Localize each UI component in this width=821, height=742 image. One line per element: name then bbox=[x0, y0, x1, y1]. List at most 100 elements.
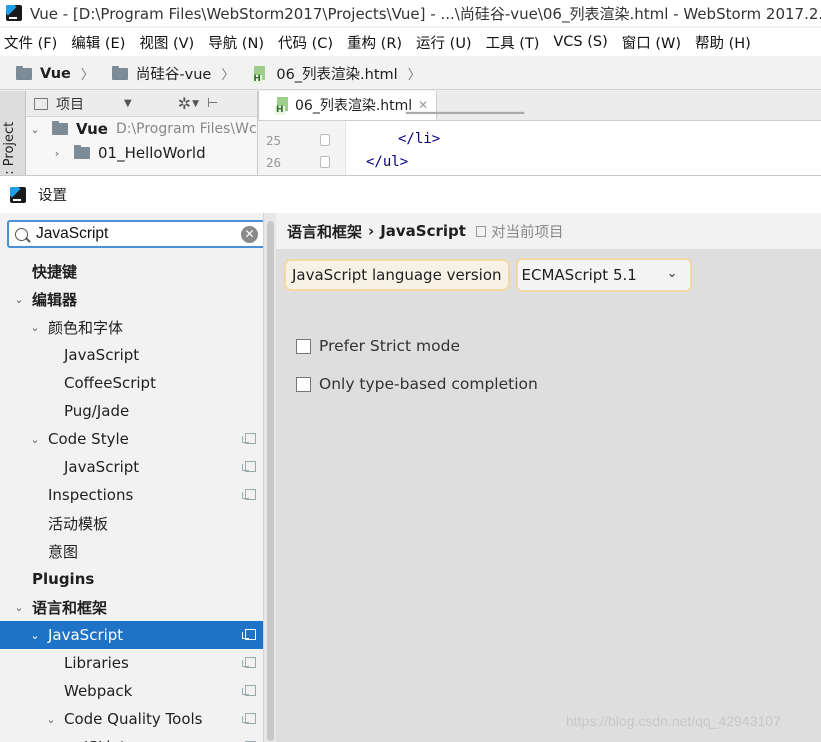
settings-tree-item[interactable]: JavaScript bbox=[0, 453, 263, 481]
settings-tree-item[interactable]: ⌄ JavaScript bbox=[0, 621, 263, 649]
editor-tabs: 06_列表渲染.html ✕ bbox=[258, 91, 821, 121]
copy-settings-icon bbox=[242, 657, 256, 668]
menu-file[interactable]: 文件 (F) bbox=[4, 32, 57, 53]
editor: 06_列表渲染.html ✕ 25 26 ▔▔▔▔▔▔▔▔▔▔▔▔▔▔ </li… bbox=[258, 91, 821, 175]
project-root-row[interactable]: ⌄ Vue D:\Program Files\Wc bbox=[26, 117, 257, 141]
copy-settings-icon bbox=[242, 433, 256, 444]
crumb-folder[interactable]: 尚硅谷-vue bbox=[104, 63, 211, 84]
crumb-project[interactable]: Vue bbox=[8, 65, 71, 82]
settings-tree-item[interactable]: JavaScript bbox=[0, 341, 263, 369]
chevron-down-icon[interactable]: ⌄ bbox=[28, 123, 42, 136]
language-version-row: JavaScript language version ECMAScript 5… bbox=[284, 258, 692, 292]
settings-tree-label: 活动模板 bbox=[48, 514, 109, 533]
settings-tree-item[interactable]: ⌄ 颜色和字体 bbox=[0, 313, 263, 341]
settings-tree-item[interactable]: Plugins bbox=[0, 565, 263, 593]
settings-tree-item[interactable]: ⌄ 语言和框架 bbox=[0, 593, 263, 621]
fold-marker-icon[interactable] bbox=[320, 156, 330, 168]
copy-settings-icon bbox=[242, 629, 256, 640]
dropdown-arrow-icon[interactable]: ▼ bbox=[124, 98, 132, 109]
settings-tree-item[interactable]: CoffeeScript bbox=[0, 369, 263, 397]
chevron-down-icon[interactable]: ⌄ bbox=[28, 321, 42, 334]
breadcrumb: Vue 〉 尚硅谷-vue 〉 06_列表渲染.html 〉 bbox=[0, 58, 821, 90]
project-panel-header: 项目 ▼ ✲ ▼ ⊢ bbox=[26, 91, 257, 117]
settings-tree-label: 快捷键 bbox=[32, 262, 78, 281]
chevron-down-icon[interactable]: ⌄ bbox=[44, 713, 58, 726]
menu-edit[interactable]: 编辑 (E) bbox=[71, 32, 125, 53]
settings-tree-label: 语言和框架 bbox=[32, 598, 108, 617]
dialog-title-bar: 设置 bbox=[0, 176, 821, 213]
prefer-strict-checkbox[interactable]: Prefer Strict mode bbox=[296, 337, 460, 355]
settings-tree-item[interactable]: ⌄ Code Quality Tools bbox=[0, 705, 263, 733]
fold-marker-icon[interactable] bbox=[320, 134, 330, 146]
menu-window[interactable]: 窗口 (W) bbox=[622, 32, 681, 53]
folder-icon bbox=[52, 121, 68, 135]
settings-tree-item[interactable]: 活动模板 bbox=[0, 509, 263, 537]
settings-tree-item[interactable]: ⌄ 编辑器 bbox=[0, 285, 263, 313]
settings-tree-label: Code Quality Tools bbox=[64, 710, 203, 728]
checkbox[interactable] bbox=[296, 338, 311, 354]
menu-navigate[interactable]: 导航 (N) bbox=[208, 32, 264, 53]
menu-bar: 文件 (F) 编辑 (E) 视图 (V) 导航 (N) 代码 (C) 重构 (R… bbox=[0, 28, 821, 56]
chevron-right-icon: 〉 bbox=[80, 68, 94, 83]
close-icon[interactable]: ✕ bbox=[418, 98, 428, 112]
crumb-file[interactable]: 06_列表渲染.html bbox=[244, 63, 398, 84]
settings-tree-scrollbar[interactable] bbox=[263, 213, 276, 742]
settings-tree-item[interactable]: Libraries bbox=[0, 649, 263, 677]
settings-tree-label: CoffeeScript bbox=[64, 374, 156, 392]
folder-icon bbox=[16, 65, 32, 80]
line-number: 26 bbox=[266, 155, 282, 170]
folder-icon bbox=[111, 65, 128, 80]
hide-panel-icon[interactable]: ⊢ bbox=[207, 96, 218, 111]
settings-tree-label: JSLint bbox=[84, 738, 126, 742]
settings-tree-label: 意图 bbox=[48, 542, 79, 561]
project-child-row[interactable]: › 01_HelloWorld bbox=[26, 141, 257, 165]
settings-nav: ✕ 快捷键 ⌄ 编辑器 ⌄ 颜色和字体 JavaScript CoffeeScript Pug… bbox=[0, 213, 276, 742]
chevron-down-icon[interactable]: ⌄ bbox=[28, 629, 42, 642]
dialog-title: 设置 bbox=[38, 188, 67, 204]
settings-tree-item[interactable]: JSLint bbox=[0, 733, 263, 742]
menu-run[interactable]: 运行 (U) bbox=[416, 32, 472, 53]
title-bar: Vue - [D:\Program Files\WebStorm2017\Pro… bbox=[0, 0, 821, 26]
menu-refactor[interactable]: 重构 (R) bbox=[347, 32, 402, 53]
settings-tree: 快捷键 ⌄ 编辑器 ⌄ 颜色和字体 JavaScript CoffeeScript Pug/J… bbox=[0, 257, 263, 742]
chevron-down-icon[interactable]: ⌄ bbox=[12, 601, 26, 614]
settings-tree-item[interactable]: 快捷键 bbox=[0, 257, 263, 285]
menu-code[interactable]: 代码 (C) bbox=[278, 32, 333, 53]
language-version-select[interactable]: ECMAScript 5.1 ⌄ bbox=[515, 258, 692, 292]
code-line[interactable]: </li> bbox=[398, 131, 440, 147]
gear-icon[interactable]: ✲ bbox=[178, 94, 191, 113]
menu-help[interactable]: 帮助 (H) bbox=[695, 32, 751, 53]
chevron-right-icon: 〉 bbox=[221, 68, 235, 83]
watermark: https://blog.csdn.net/qq_42943107 bbox=[566, 713, 781, 729]
chevron-down-icon[interactable]: ⌄ bbox=[28, 433, 42, 446]
checkbox[interactable] bbox=[296, 376, 311, 392]
settings-tree-item[interactable]: Pug/Jade bbox=[0, 397, 263, 425]
webstorm-logo-icon bbox=[6, 5, 22, 21]
settings-tree-label: JavaScript bbox=[64, 346, 140, 364]
settings-breadcrumb: 语言和框架 › JavaScript 对当前项目 bbox=[276, 213, 821, 249]
chevron-right-icon[interactable]: › bbox=[50, 147, 64, 160]
scope-label: 对当前项目 bbox=[490, 224, 564, 241]
settings-tree-item[interactable]: Webpack bbox=[0, 677, 263, 705]
type-based-completion-checkbox[interactable]: Only type-based completion bbox=[296, 375, 538, 393]
project-view-label[interactable]: 项目 bbox=[56, 94, 84, 114]
settings-tree-item[interactable]: 意图 bbox=[0, 537, 263, 565]
scrollbar-thumb[interactable] bbox=[267, 221, 274, 741]
chevron-down-icon[interactable]: ⌄ bbox=[12, 293, 26, 306]
dropdown-arrow-icon[interactable]: ▼ bbox=[192, 99, 199, 109]
webstorm-logo-icon bbox=[10, 186, 26, 203]
settings-content: 语言和框架 › JavaScript 对当前项目 JavaScript lang… bbox=[276, 213, 821, 742]
settings-tree-item[interactable]: ⌄ Code Style bbox=[0, 425, 263, 453]
tool-window-strip: 1: Project bbox=[0, 91, 26, 183]
code-line[interactable]: </ul> bbox=[366, 154, 408, 170]
menu-view[interactable]: 视图 (V) bbox=[139, 32, 194, 53]
project-tool-button[interactable]: 1: Project bbox=[2, 122, 17, 183]
menu-tools[interactable]: 工具 (T) bbox=[486, 32, 540, 53]
menu-vcs[interactable]: VCS (S) bbox=[553, 34, 607, 50]
window-icon bbox=[34, 97, 48, 110]
html-file-icon bbox=[252, 65, 268, 84]
clear-search-icon[interactable]: ✕ bbox=[241, 225, 258, 243]
settings-tree-item[interactable]: Inspections bbox=[0, 481, 263, 509]
settings-tree-label: Code Style bbox=[48, 430, 129, 448]
search-input[interactable] bbox=[36, 225, 241, 243]
